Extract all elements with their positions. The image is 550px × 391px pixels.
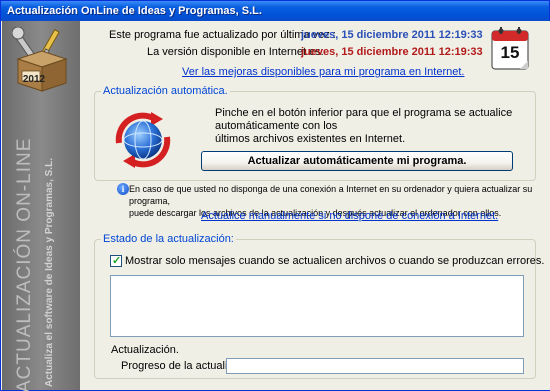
window-title: Actualización OnLine de Ideas y Programa… [1, 1, 549, 21]
box-year-label: 2012 [22, 74, 46, 85]
sidebar: 2012 ACTUALIZACIÓN ON-LINE Actualiza el … [2, 21, 80, 391]
calendar-icon: 15 [490, 25, 532, 71]
vertical-subtitle: Actualiza el software de Ideas y Program… [44, 158, 55, 387]
manual-info-line1: En caso de que usted no disponga de una … [129, 184, 533, 206]
available-version-value: jueves, 15 diciembre 2011 12:19:33 [301, 46, 483, 58]
available-version-label: La versión disponible en Internet es: [147, 46, 324, 58]
calendar-day: 15 [500, 43, 520, 62]
update-window: Actualización OnLine de Ideas y Programa… [0, 0, 550, 391]
auto-update-button[interactable]: Actualizar automáticamente mi programa. [201, 151, 513, 171]
update-status-text: Actualización. [111, 344, 179, 356]
info-icon: i [117, 183, 129, 195]
manual-update-link[interactable]: Actualice manualmente si no dispone de c… [201, 210, 498, 222]
auto-update-description-line1: Pinche en el botón inferior para que el … [215, 107, 513, 132]
update-log-area[interactable] [110, 275, 524, 337]
globe-refresh-icon [111, 109, 175, 171]
vertical-title: ACTUALIZACIÓN ON-LINE [14, 137, 35, 391]
update-status-legend: Estado de la actualización: [103, 233, 234, 245]
messages-only-label: Mostrar solo mensajes cuando se actualic… [125, 255, 545, 267]
auto-update-legend: Actualización automática. [103, 85, 228, 97]
auto-update-description: Pinche en el botón inferior para que el … [215, 107, 531, 146]
improvements-link[interactable]: Ver las mejoras disponibles para mi prog… [182, 66, 464, 78]
messages-only-checkbox[interactable]: ✓ [110, 255, 122, 267]
auto-update-description-line2: últimos archivos existentes en Internet. [215, 133, 406, 145]
last-update-value: jueves, 15 diciembre 2011 12:19:33 [301, 29, 483, 41]
main-content: Este programa fue actualizado por última… [80, 21, 550, 390]
update-progress-bar [226, 358, 524, 374]
update-status-group: Estado de la actualización: ✓ Mostrar so… [94, 233, 544, 379]
auto-update-group: Actualización automática. Pinche en el b… [94, 85, 536, 181]
check-mark-icon: ✓ [112, 255, 122, 267]
